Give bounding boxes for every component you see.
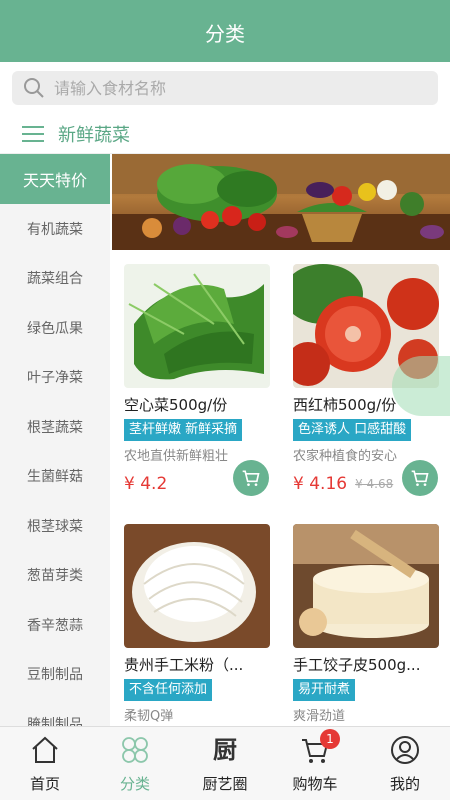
cart-icon	[242, 470, 260, 486]
add-to-cart-button[interactable]	[233, 460, 269, 496]
sidebar-item-daily-deals[interactable]: 天天特价	[0, 154, 110, 204]
tab-label: 厨艺圈	[202, 775, 248, 793]
product-name: 贵州手工米粉（...	[124, 656, 244, 674]
search-input[interactable]	[54, 78, 414, 98]
sidebar-item-tofu[interactable]: 豆制制品	[0, 650, 110, 700]
category-header: 新鲜蔬菜	[0, 114, 450, 154]
product-image-dumpling-wrappers[interactable]	[293, 524, 439, 648]
product-image-water-spinach[interactable]	[124, 264, 270, 388]
product-card[interactable]: 贵州手工米粉（... 不含任何添加 柔韧Q弹	[124, 524, 274, 723]
tab-home[interactable]: 首页	[0, 727, 90, 800]
product-tag: 茎杆鲜嫩 新鲜采摘	[124, 419, 243, 441]
sidebar-item-spices[interactable]: 香辛葱蒜	[0, 600, 110, 650]
floating-assist-button[interactable]	[392, 356, 450, 416]
product-image-rice-noodles[interactable]	[124, 524, 270, 648]
vegetable-banner[interactable]	[112, 154, 450, 250]
sidebar-item-label: 根茎球菜	[27, 518, 83, 535]
search-box[interactable]	[12, 71, 438, 105]
product-price: ¥ 4.16	[293, 474, 348, 494]
tab-label: 购物车	[292, 775, 338, 793]
tab-label: 首页	[29, 775, 60, 793]
product-description: 农地直供新鲜粗壮	[124, 449, 229, 463]
category-icon	[122, 737, 148, 763]
product-price: ¥ 4.2	[124, 474, 168, 494]
product-description: 爽滑劲道	[293, 709, 346, 723]
sidebar-item-label: 生菌鲜菇	[27, 469, 83, 486]
product-tag: 易开耐煮	[293, 679, 356, 701]
product-card[interactable]: 手工饺子皮500g... 易开耐煮 爽滑劲道	[293, 524, 443, 723]
product-tag: 色泽诱人 口感甜酸	[293, 419, 412, 441]
cart-count-badge: 1	[320, 729, 340, 749]
tab-kitchen[interactable]: 厨 厨艺圈	[180, 727, 270, 800]
tab-label: 分类	[119, 775, 150, 793]
category-sidebar: 天天特价 有机蔬菜 蔬菜组合 绿色瓜果 叶子净菜 根茎蔬菜 生菌鲜菇 根茎球菜 …	[0, 154, 110, 726]
product-description: 柔韧Q弹	[124, 709, 174, 723]
sidebar-item-label: 腌制制品	[27, 716, 83, 726]
sidebar-item-label: 香辛葱蒜	[27, 617, 83, 634]
sidebar-item-label: 天天特价	[22, 171, 87, 190]
sidebar-item-pickled[interactable]: 腌制制品	[0, 699, 110, 726]
sidebar-item-combo[interactable]: 蔬菜组合	[0, 254, 110, 304]
header-bar: 分类	[0, 0, 450, 62]
sidebar-item-label: 蔬菜组合	[27, 271, 83, 288]
home-icon	[32, 736, 58, 763]
product-area: 空心菜500g/份 茎杆鲜嫩 新鲜采摘 农地直供新鲜粗壮 ¥ 4.2 西红柿50…	[112, 154, 450, 726]
tab-category[interactable]: 分类	[90, 727, 180, 800]
page-title: 分类	[205, 21, 245, 46]
cart-icon	[411, 470, 429, 486]
kitchen-icon: 厨	[213, 736, 237, 764]
sidebar-item-label: 葱苗芽类	[27, 568, 83, 585]
category-title: 新鲜蔬菜	[58, 124, 130, 146]
sidebar-item-label: 绿色瓜果	[27, 320, 83, 337]
tab-cart[interactable]: 1 购物车	[270, 727, 360, 800]
add-to-cart-button[interactable]	[402, 460, 438, 496]
menu-icon[interactable]	[22, 124, 46, 144]
sidebar-item-bulb[interactable]: 根茎球菜	[0, 501, 110, 551]
sidebar-item-leafy[interactable]: 叶子净菜	[0, 353, 110, 403]
search-icon	[24, 78, 44, 98]
sidebar-item-organic[interactable]: 有机蔬菜	[0, 204, 110, 254]
sidebar-item-sprouts[interactable]: 葱苗芽类	[0, 551, 110, 601]
product-tag: 不含任何添加	[124, 679, 213, 701]
product-name: 空心菜500g/份	[124, 396, 228, 414]
sidebar-item-label: 豆制制品	[27, 667, 83, 684]
bottom-tab-bar: 首页 分类 厨 厨艺圈 1 购物车 我的	[0, 726, 450, 800]
sidebar-item-label: 有机蔬菜	[27, 221, 83, 238]
user-icon	[391, 736, 419, 764]
product-description: 农家种植食的安心	[293, 449, 398, 463]
sidebar-item-root[interactable]: 根茎蔬菜	[0, 402, 110, 452]
product-name: 手工饺子皮500g...	[293, 656, 421, 674]
tab-profile[interactable]: 我的	[360, 727, 450, 800]
sidebar-item-melons[interactable]: 绿色瓜果	[0, 303, 110, 353]
sidebar-item-label: 叶子净菜	[27, 370, 83, 387]
tab-label: 我的	[389, 775, 420, 793]
search-bar	[0, 62, 450, 114]
sidebar-item-label: 根茎蔬菜	[27, 419, 83, 436]
original-price: ¥ 4.68	[355, 477, 394, 491]
vegetable-banner-image	[112, 154, 450, 250]
sidebar-item-mushroom[interactable]: 生菌鲜菇	[0, 452, 110, 502]
